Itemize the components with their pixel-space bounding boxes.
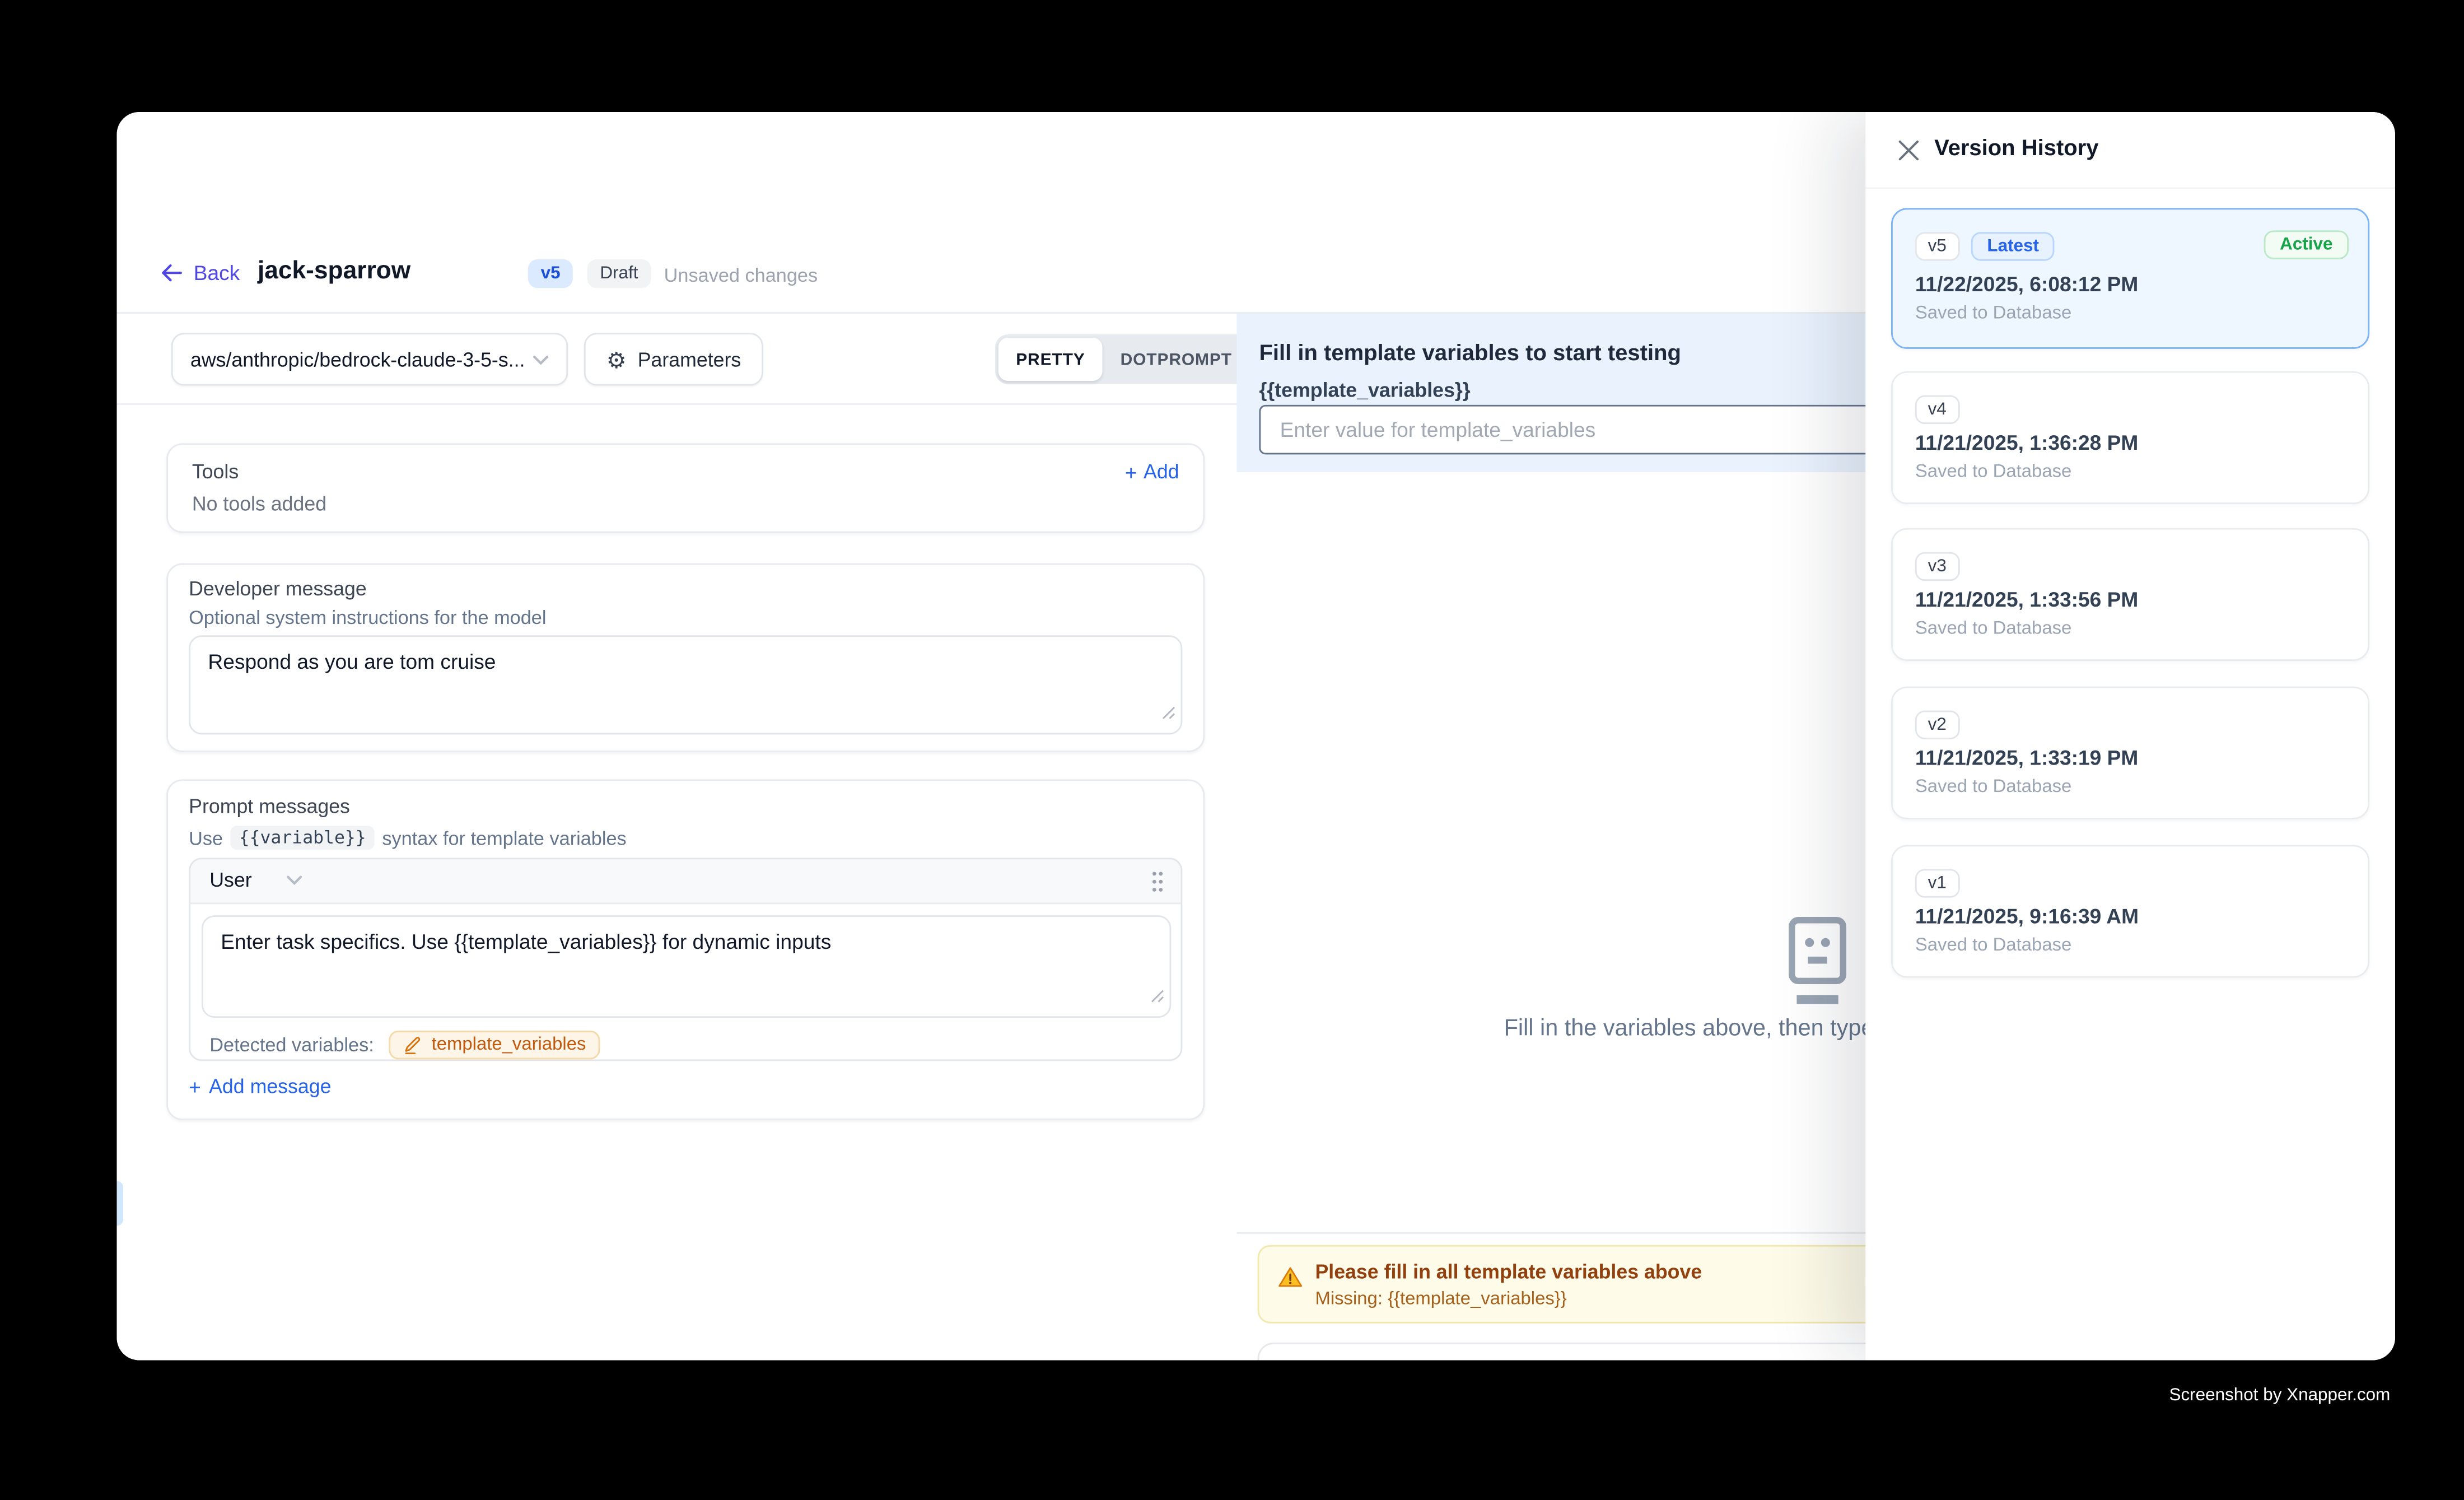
parameters-button[interactable]: ⚙︎ Parameters: [584, 333, 763, 385]
chevron-down-icon: [287, 875, 304, 885]
gear-icon: ⚙︎: [606, 348, 627, 370]
version-timestamp: 11/21/2025, 1:33:56 PM: [1915, 588, 2139, 612]
close-icon[interactable]: [1897, 139, 1920, 162]
prompt-editor-column: aws/anthropic/bedrock-claude-3-5-s... ⚙︎…: [117, 314, 1237, 1360]
developer-message-title: Developer message: [189, 577, 367, 600]
tools-card: Tools + Add No tools added: [166, 443, 1205, 533]
hint-suffix: syntax for template variables: [382, 827, 626, 849]
version-number-badge: v1: [1915, 869, 1959, 897]
detected-variables-row: Detected variables: template_variables: [190, 1026, 1180, 1061]
version-item-v3[interactable]: v3 11/21/2025, 1:33:56 PM Saved to Datab…: [1891, 528, 2369, 661]
watermark-text: Screenshot by Xnapper.com: [2169, 1386, 2391, 1405]
version-timestamp: 11/21/2025, 9:16:39 AM: [1915, 904, 2139, 928]
warning-icon: [1278, 1266, 1303, 1296]
arrow-left-icon: [162, 264, 183, 281]
version-item-v4[interactable]: v4 11/21/2025, 1:36:28 PM Saved to Datab…: [1891, 371, 2369, 504]
add-tool-button[interactable]: + Add: [1125, 461, 1179, 483]
message-role-header: User: [190, 859, 1180, 904]
detected-variable-name: template_variables: [432, 1035, 586, 1054]
active-badge: Active: [2264, 230, 2349, 259]
version-history-title: Version History: [1934, 134, 2098, 160]
parameters-label: Parameters: [638, 348, 741, 370]
version-item-v5[interactable]: v5 Latest Active 11/22/2025, 6:08:12 PM …: [1891, 208, 2369, 348]
detected-variables-label: Detected variables:: [209, 1033, 374, 1055]
warning-title: Please fill in all template variables ab…: [1315, 1261, 1702, 1283]
pencil-icon: [403, 1035, 422, 1054]
editor-toolbar: aws/anthropic/bedrock-claude-3-5-s... ⚙︎…: [117, 314, 1237, 405]
toggle-dotprompt[interactable]: DOTPROMPT: [1103, 338, 1249, 381]
chevron-down-icon: [533, 355, 549, 364]
role-select[interactable]: User: [209, 869, 303, 891]
model-select[interactable]: aws/anthropic/bedrock-claude-3-5-s...: [171, 333, 568, 385]
add-tool-label: Add: [1144, 461, 1179, 483]
back-button[interactable]: Back: [162, 261, 240, 285]
unsaved-changes-status: Unsaved changes: [664, 264, 818, 286]
back-label: Back: [194, 261, 240, 285]
warning-missing-text: Missing: {{template_variables}}: [1315, 1290, 1566, 1309]
version-saved-status: Saved to Database: [1915, 778, 2071, 797]
prompt-message-block: User Enter task specifics. Use {{templat…: [189, 858, 1182, 1061]
add-message-button[interactable]: + Add message: [189, 1075, 331, 1098]
version-item-v1[interactable]: v1 11/21/2025, 9:16:39 AM Saved to Datab…: [1891, 845, 2369, 977]
tools-title: Tools: [192, 461, 239, 483]
resize-handle-icon[interactable]: [1161, 700, 1176, 728]
version-item-v2[interactable]: v2 11/21/2025, 1:33:19 PM Saved to Datab…: [1891, 687, 2369, 819]
version-number-badge: v3: [1915, 552, 1959, 581]
notification-peek: [117, 1181, 123, 1226]
page-title: jack-sparrow: [258, 258, 410, 286]
role-select-value: User: [209, 869, 251, 891]
message-textarea[interactable]: Enter task specifics. Use {{template_var…: [203, 917, 1170, 1016]
version-timestamp: 11/21/2025, 1:33:19 PM: [1915, 746, 2139, 770]
tools-empty-text: No tools added: [192, 493, 326, 515]
version-number-badge: v5: [1915, 232, 1959, 260]
latest-badge: Latest: [1971, 232, 2055, 260]
empty-state-text: Fill in the variables above, then type: [1504, 1016, 1874, 1042]
template-variable-label: {{template_variables}}: [1259, 379, 1470, 402]
test-panel-title: Fill in template variables to start test…: [1259, 339, 1681, 365]
version-history-panel: Version History v5 Latest Active 11/22/2…: [1865, 112, 2395, 1360]
template-syntax-hint: Use {{variable}} syntax for template var…: [189, 826, 627, 850]
draft-badge: Draft: [587, 259, 651, 288]
toggle-pretty[interactable]: PRETTY: [998, 338, 1103, 381]
hint-prefix: Use: [189, 827, 223, 849]
version-number-badge: v4: [1915, 395, 1959, 424]
version-saved-status: Saved to Database: [1915, 936, 2071, 955]
screenshot-stage: Back jack-sparrow v5 Draft Unsaved chang…: [0, 0, 2464, 1499]
format-toggle: PRETTY DOTPROMPT: [995, 334, 1253, 384]
model-select-value: aws/anthropic/bedrock-claude-3-5-s...: [190, 348, 525, 370]
developer-message-card: Developer message Optional system instru…: [166, 563, 1205, 752]
prompt-messages-title: Prompt messages: [189, 795, 350, 818]
detected-variable-chip[interactable]: template_variables: [388, 1029, 600, 1058]
drag-handle-icon[interactable]: [1150, 870, 1165, 901]
resize-handle-icon[interactable]: [1150, 982, 1165, 1011]
developer-message-subtitle: Optional system instructions for the mod…: [189, 607, 546, 629]
version-history-header: Version History: [1865, 112, 2395, 189]
plus-icon: +: [189, 1076, 201, 1097]
developer-message-field-wrap: Respond as you are tom cruise: [189, 635, 1182, 734]
version-saved-status: Saved to Database: [1915, 463, 2071, 482]
version-number-badge: v2: [1915, 711, 1959, 739]
add-message-label: Add message: [209, 1075, 331, 1098]
bot-icon: [1774, 914, 1860, 1014]
version-timestamp: 11/22/2025, 6:08:12 PM: [1915, 272, 2139, 296]
plus-icon: +: [1125, 462, 1137, 482]
app-window: Back jack-sparrow v5 Draft Unsaved chang…: [117, 112, 2395, 1360]
prompt-messages-card: Prompt messages Use {{variable}} syntax …: [166, 779, 1205, 1120]
version-saved-status: Saved to Database: [1915, 304, 2071, 323]
message-field-wrap: Enter task specifics. Use {{template_var…: [202, 915, 1171, 1018]
version-timestamp: 11/21/2025, 1:36:28 PM: [1915, 431, 2139, 455]
version-badge: v5: [528, 259, 573, 288]
version-saved-status: Saved to Database: [1915, 619, 2071, 639]
developer-message-textarea[interactable]: Respond as you are tom cruise: [190, 637, 1180, 733]
variable-syntax-chip: {{variable}}: [231, 826, 374, 850]
